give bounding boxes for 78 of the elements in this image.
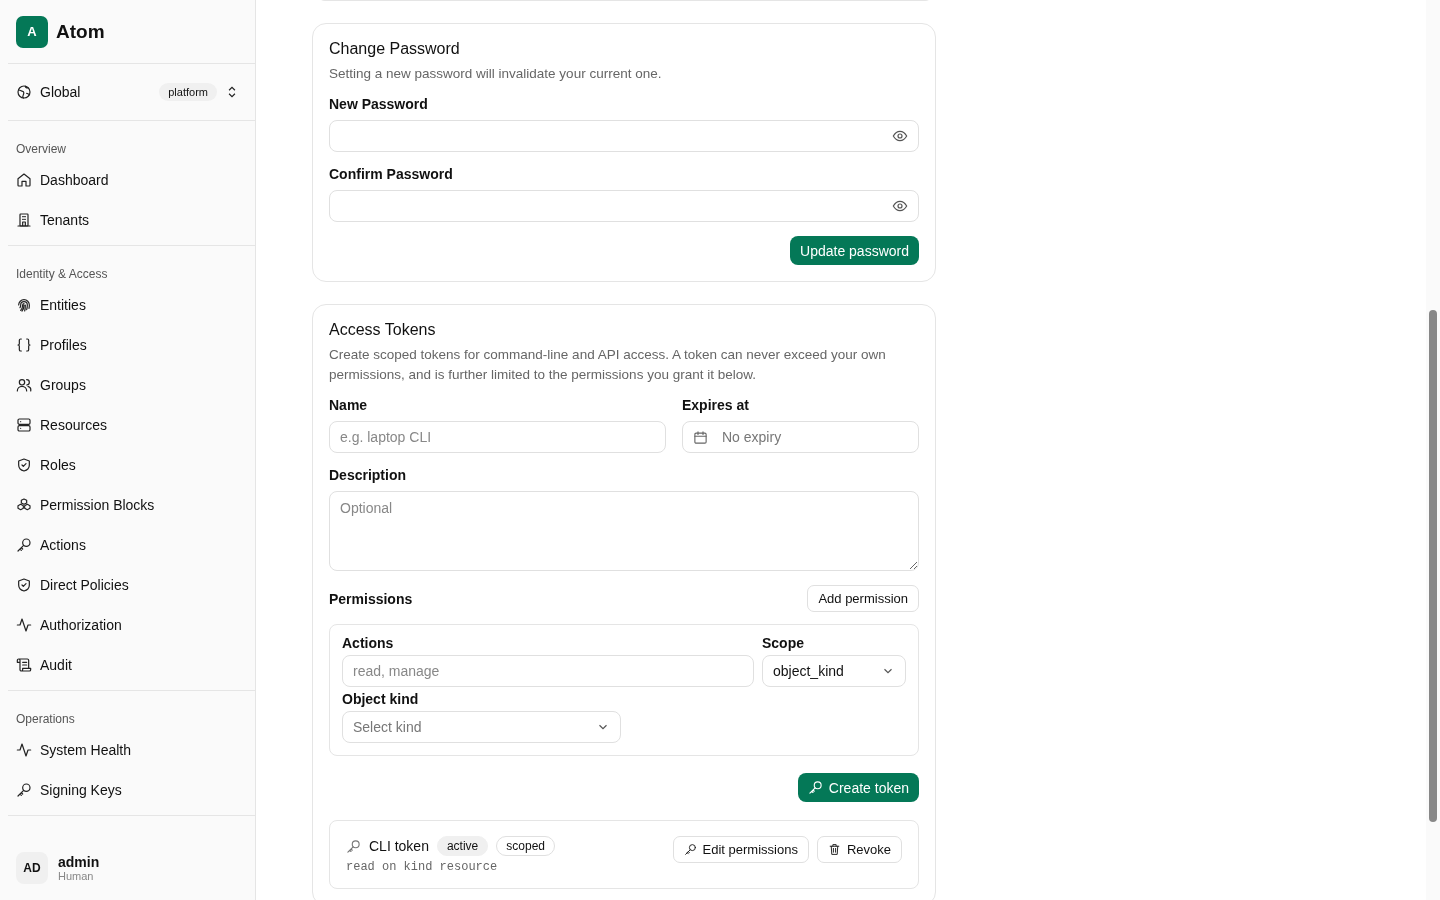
nav-item[interactable]: Roles (8, 445, 255, 485)
nav-item[interactable]: Entities (8, 285, 255, 325)
key-icon (807, 780, 823, 795)
user-name: admin (58, 854, 100, 870)
nav-section-label: Overview (15, 141, 67, 158)
boxes-icon (16, 497, 32, 513)
date-picker[interactable]: No expiry (682, 421, 919, 453)
field-label: New Password (329, 96, 429, 112)
add-permission-button[interactable]: Add permission (807, 585, 919, 612)
field-label: Scope (762, 635, 805, 651)
nav-item[interactable]: Profiles (8, 325, 255, 365)
actions-field[interactable]: read, manage (342, 655, 754, 687)
context-switcher[interactable]: Global platform (8, 64, 255, 121)
home-icon (16, 172, 32, 188)
scrollbar[interactable] (1426, 0, 1440, 900)
scroll-icon (16, 657, 32, 673)
edit-permissions-button[interactable]: Edit permissions (672, 836, 809, 863)
scrollbar-thumb[interactable] (1429, 310, 1437, 822)
nav-item[interactable]: Direct Policies (8, 565, 255, 605)
key-icon (683, 843, 697, 856)
logo-icon: A (16, 15, 48, 48)
key-icon (16, 782, 32, 798)
nav-item[interactable]: Audit (8, 645, 255, 685)
create-token-button[interactable]: Create token (797, 773, 919, 802)
nav-item[interactable]: Groups (8, 365, 255, 405)
user-role: Human (58, 870, 95, 882)
calendar-icon (693, 429, 708, 445)
trash-icon (827, 843, 841, 856)
shield-check-icon (16, 457, 32, 473)
nav-item[interactable]: Signing Keys (8, 770, 255, 810)
nav-item[interactable]: Permission Blocks (8, 485, 255, 525)
nav-item[interactable]: Actions (8, 525, 255, 565)
field-label: Expires at (682, 397, 750, 413)
object-kind-select[interactable]: Select kind (342, 711, 621, 743)
server-icon (16, 417, 32, 433)
context-name: Global (40, 84, 82, 100)
nav-item[interactable]: Dashboard (8, 160, 255, 200)
globe-icon (16, 84, 32, 100)
field-label: Object kind (342, 691, 420, 707)
nav-item[interactable]: Tenants (8, 200, 255, 240)
shield-check-icon (16, 577, 32, 593)
field-label: Name (329, 397, 369, 413)
building-icon (16, 212, 32, 228)
pulse-icon (16, 742, 32, 758)
field-label: Confirm Password (329, 166, 454, 182)
key-icon (346, 838, 361, 854)
context-badge: platform (159, 83, 217, 101)
card-title: Change Password (329, 40, 461, 58)
user-avatar: AD (16, 852, 48, 884)
nav-section-label: Identity & Access (15, 266, 109, 283)
nav-item[interactable]: Resources (8, 405, 255, 445)
nav-item[interactable]: Authorization (8, 605, 255, 645)
fingerprint-icon (16, 297, 32, 313)
password-field[interactable] (329, 190, 919, 222)
revoke-button[interactable]: Revoke (816, 836, 902, 863)
braces-icon (16, 337, 32, 353)
card-title: Access Tokens (329, 321, 437, 339)
status-badge: active (436, 836, 489, 856)
card-description: Setting a new password will invalidate your current one. (329, 65, 663, 83)
field-label: Description (329, 467, 407, 483)
token-name: CLI token (369, 838, 429, 854)
nav-section-label: Operations (15, 711, 76, 728)
eye-icon[interactable] (892, 198, 908, 214)
name-field[interactable]: e.g. laptop CLI (329, 421, 666, 453)
app-name: Atom (56, 20, 105, 43)
update-password-button[interactable]: Update password (790, 236, 919, 265)
password-field[interactable] (329, 120, 919, 152)
eye-icon[interactable] (892, 128, 908, 144)
scope-select[interactable]: object_kind (762, 655, 906, 687)
nav-item[interactable]: System Health (8, 730, 255, 770)
section-label: Permissions (329, 590, 413, 607)
key-icon (16, 537, 32, 553)
users-icon (16, 377, 32, 393)
token-summary: read on kind resource (346, 860, 499, 874)
pulse-icon (16, 617, 32, 633)
description-field[interactable]: Optional (329, 491, 919, 571)
field-label: Actions (342, 635, 395, 651)
card-description: Create scoped tokens for command-line and API access. A token can never exceed your own permissions, and is further limited to the permissions you grant it below. (329, 346, 887, 384)
